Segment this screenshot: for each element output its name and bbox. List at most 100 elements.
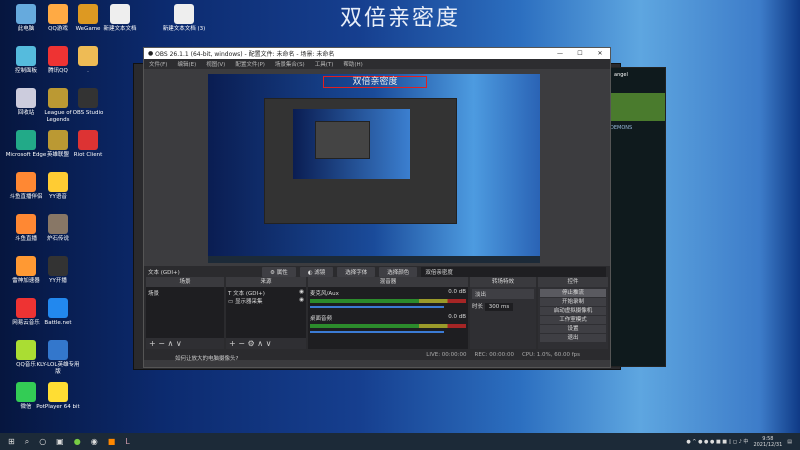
desktop-icon-label: QQ音乐	[16, 362, 36, 368]
menu-item[interactable]: 帮助(H)	[343, 60, 362, 68]
desktop-icon[interactable]: 炉石传说	[36, 214, 80, 243]
controls-header: 控件	[538, 277, 608, 287]
minimize-button[interactable]: —	[550, 50, 570, 57]
eye-icon[interactable]: ◉	[299, 289, 304, 295]
desktop-icon[interactable]: YY语音	[36, 172, 80, 201]
desktop-icon-label: 腾讯QQ	[48, 68, 68, 74]
app-icon	[48, 298, 68, 318]
app-green-icon[interactable]: ●	[74, 437, 81, 446]
douyu-taskbar-icon[interactable]: ■	[108, 437, 116, 446]
preview-canvas[interactable]: 双倍亲密度	[208, 74, 540, 263]
sources-dock: 来源 T 文本 (GDI+) ◉ ▭ 显示器采集 ◉ + − ⚙ ∧ ∨	[226, 277, 306, 349]
green-app-user: angel	[614, 72, 628, 78]
close-button[interactable]: ✕	[590, 50, 610, 57]
desktop-icon[interactable]: YY开播	[36, 256, 80, 285]
desktop-icon[interactable]: PotPlayer 64 bit	[36, 382, 80, 411]
desktop-icon-label: Battle.net	[44, 320, 72, 326]
select-font-button[interactable]: 选择字体	[337, 266, 376, 277]
app-icon	[16, 46, 36, 66]
source-buttons[interactable]: + − ⚙ ∧ ∨	[226, 338, 306, 349]
channel-name: 麦克风/Aux	[310, 291, 339, 297]
app-icon	[48, 382, 68, 402]
source-label: 显示器采集	[234, 299, 263, 305]
app-icon	[16, 298, 36, 318]
control-button[interactable]: 开始录制	[540, 298, 606, 306]
app-icon	[48, 256, 68, 276]
canvas-text-source[interactable]: 双倍亲密度	[323, 76, 427, 88]
scene-buttons[interactable]: + − ∧ ∨	[146, 338, 224, 349]
start-icon[interactable]: ⊞	[8, 437, 15, 446]
menu-item[interactable]: 场景集合(S)	[275, 60, 305, 68]
desktop-icon-label: 微信	[20, 404, 32, 410]
desktop-icon-label: 炉石传说	[46, 236, 69, 242]
desktop-icon[interactable]: Riot Client	[66, 130, 110, 159]
control-button[interactable]: 退出	[540, 334, 606, 342]
volume-slider[interactable]	[310, 306, 444, 308]
notification-icon[interactable]: ▤	[787, 439, 792, 445]
transition-select[interactable]: 淡出	[472, 289, 534, 299]
control-button[interactable]: 工作室模式	[540, 316, 606, 324]
scene-item[interactable]: 场景	[148, 289, 222, 297]
mixer-channel-mic: 麦克风/Aux 0.0 dB	[310, 289, 466, 308]
properties-label: 属性	[276, 269, 288, 276]
desktop-icon-label: WeGame	[75, 26, 101, 32]
sources-header: 来源	[226, 277, 306, 287]
desktop-icon[interactable]: OBS Studio	[66, 88, 110, 117]
menu-item[interactable]: 配置文件(P)	[235, 60, 265, 68]
window-title: OBS 26.1.1 (64-bit, windows) - 配置文件: 未命名…	[155, 51, 335, 58]
search-icon[interactable]: ⌕	[25, 437, 29, 447]
app-icon	[78, 130, 98, 150]
maximize-button[interactable]: ☐	[570, 50, 590, 57]
app-icon	[110, 4, 130, 24]
desktop-icon[interactable]: 新建文本文档	[98, 4, 142, 33]
channel-name: 桌面音频	[310, 316, 333, 322]
desktop-icon[interactable]: Battle.net	[36, 298, 80, 327]
text-input[interactable]: 双倍亲密度	[421, 266, 606, 277]
desktop-icon[interactable]: KLY-LOL英雄专用版	[36, 340, 80, 376]
desktop-icon[interactable]: .	[66, 46, 110, 75]
mixer-channel-desktop: 桌面音频 0.0 dB	[310, 314, 466, 333]
menu-item[interactable]: 视图(V)	[206, 60, 225, 68]
tray-icons[interactable]: ● ^ ● ● ● ■ ■ ▯ ◻ ♪ 中	[686, 438, 748, 445]
app-icon	[78, 88, 98, 108]
control-button[interactable]: 启动虚拟摄像机	[540, 307, 606, 315]
desktop-icon-label: OBS Studio	[72, 110, 104, 116]
select-color-button[interactable]: 选择颜色	[379, 266, 418, 277]
filters-button[interactable]: ◐ 滤镜	[299, 266, 334, 277]
desktop-icon[interactable]: 新建文本文档 (3)	[162, 4, 206, 33]
eye-icon[interactable]: ◉	[299, 297, 304, 303]
volume-meter	[310, 299, 466, 303]
menu-item[interactable]: 文件(F)	[149, 60, 167, 68]
desktop-icon-label: 回收站	[17, 110, 35, 116]
desktop-icon-label: 新建文本文档 (3)	[162, 26, 206, 32]
lol-taskbar-icon[interactable]: L	[125, 437, 129, 446]
desktop-icon-label: YY语音	[49, 194, 67, 200]
duration-input[interactable]: 300 ms	[484, 303, 514, 311]
obs-taskbar-icon[interactable]: ◉	[91, 437, 98, 446]
obs-titlebar: ● OBS 26.1.1 (64-bit, windows) - 配置文件: 未…	[144, 48, 610, 59]
desktop-icon-label: YY开播	[49, 278, 67, 284]
source-item[interactable]: ▭ 显示器采集 ◉	[228, 297, 304, 305]
properties-button[interactable]: ⚙ 属性	[262, 266, 296, 277]
control-button[interactable]: 设置	[540, 325, 606, 333]
app-icon	[16, 340, 36, 360]
app-icon	[48, 46, 68, 66]
obs-logo-icon: ●	[148, 50, 156, 57]
app-icon	[78, 46, 98, 66]
green-app-window[interactable]: DEMONS angel	[605, 67, 666, 367]
rec-status: REC: 00:00:00	[474, 351, 514, 358]
system-tray: ● ^ ● ● ● ■ ■ ▯ ◻ ♪ 中 9:58 2021/12/31 ▤	[686, 436, 792, 448]
app-icon	[16, 130, 36, 150]
menu-item[interactable]: 编辑(E)	[177, 60, 196, 68]
desktop-icon-label: KLY-LOL英雄专用版	[36, 362, 80, 375]
volume-slider[interactable]	[310, 331, 444, 333]
task-view-icon[interactable]: ▣	[56, 437, 64, 446]
menu-item[interactable]: 工具(T)	[315, 60, 334, 68]
control-button[interactable]: 停止推流	[540, 289, 606, 297]
preview-area[interactable]: 双倍亲密度	[144, 69, 610, 266]
cortana-icon[interactable]: ○	[39, 437, 46, 446]
channel-db: 0.0 dB	[448, 314, 466, 320]
app-icon	[16, 382, 36, 402]
notification-text[interactable]: 如何让放大的电脑摄像头?	[175, 354, 238, 362]
source-item[interactable]: T 文本 (GDI+) ◉	[228, 289, 304, 297]
